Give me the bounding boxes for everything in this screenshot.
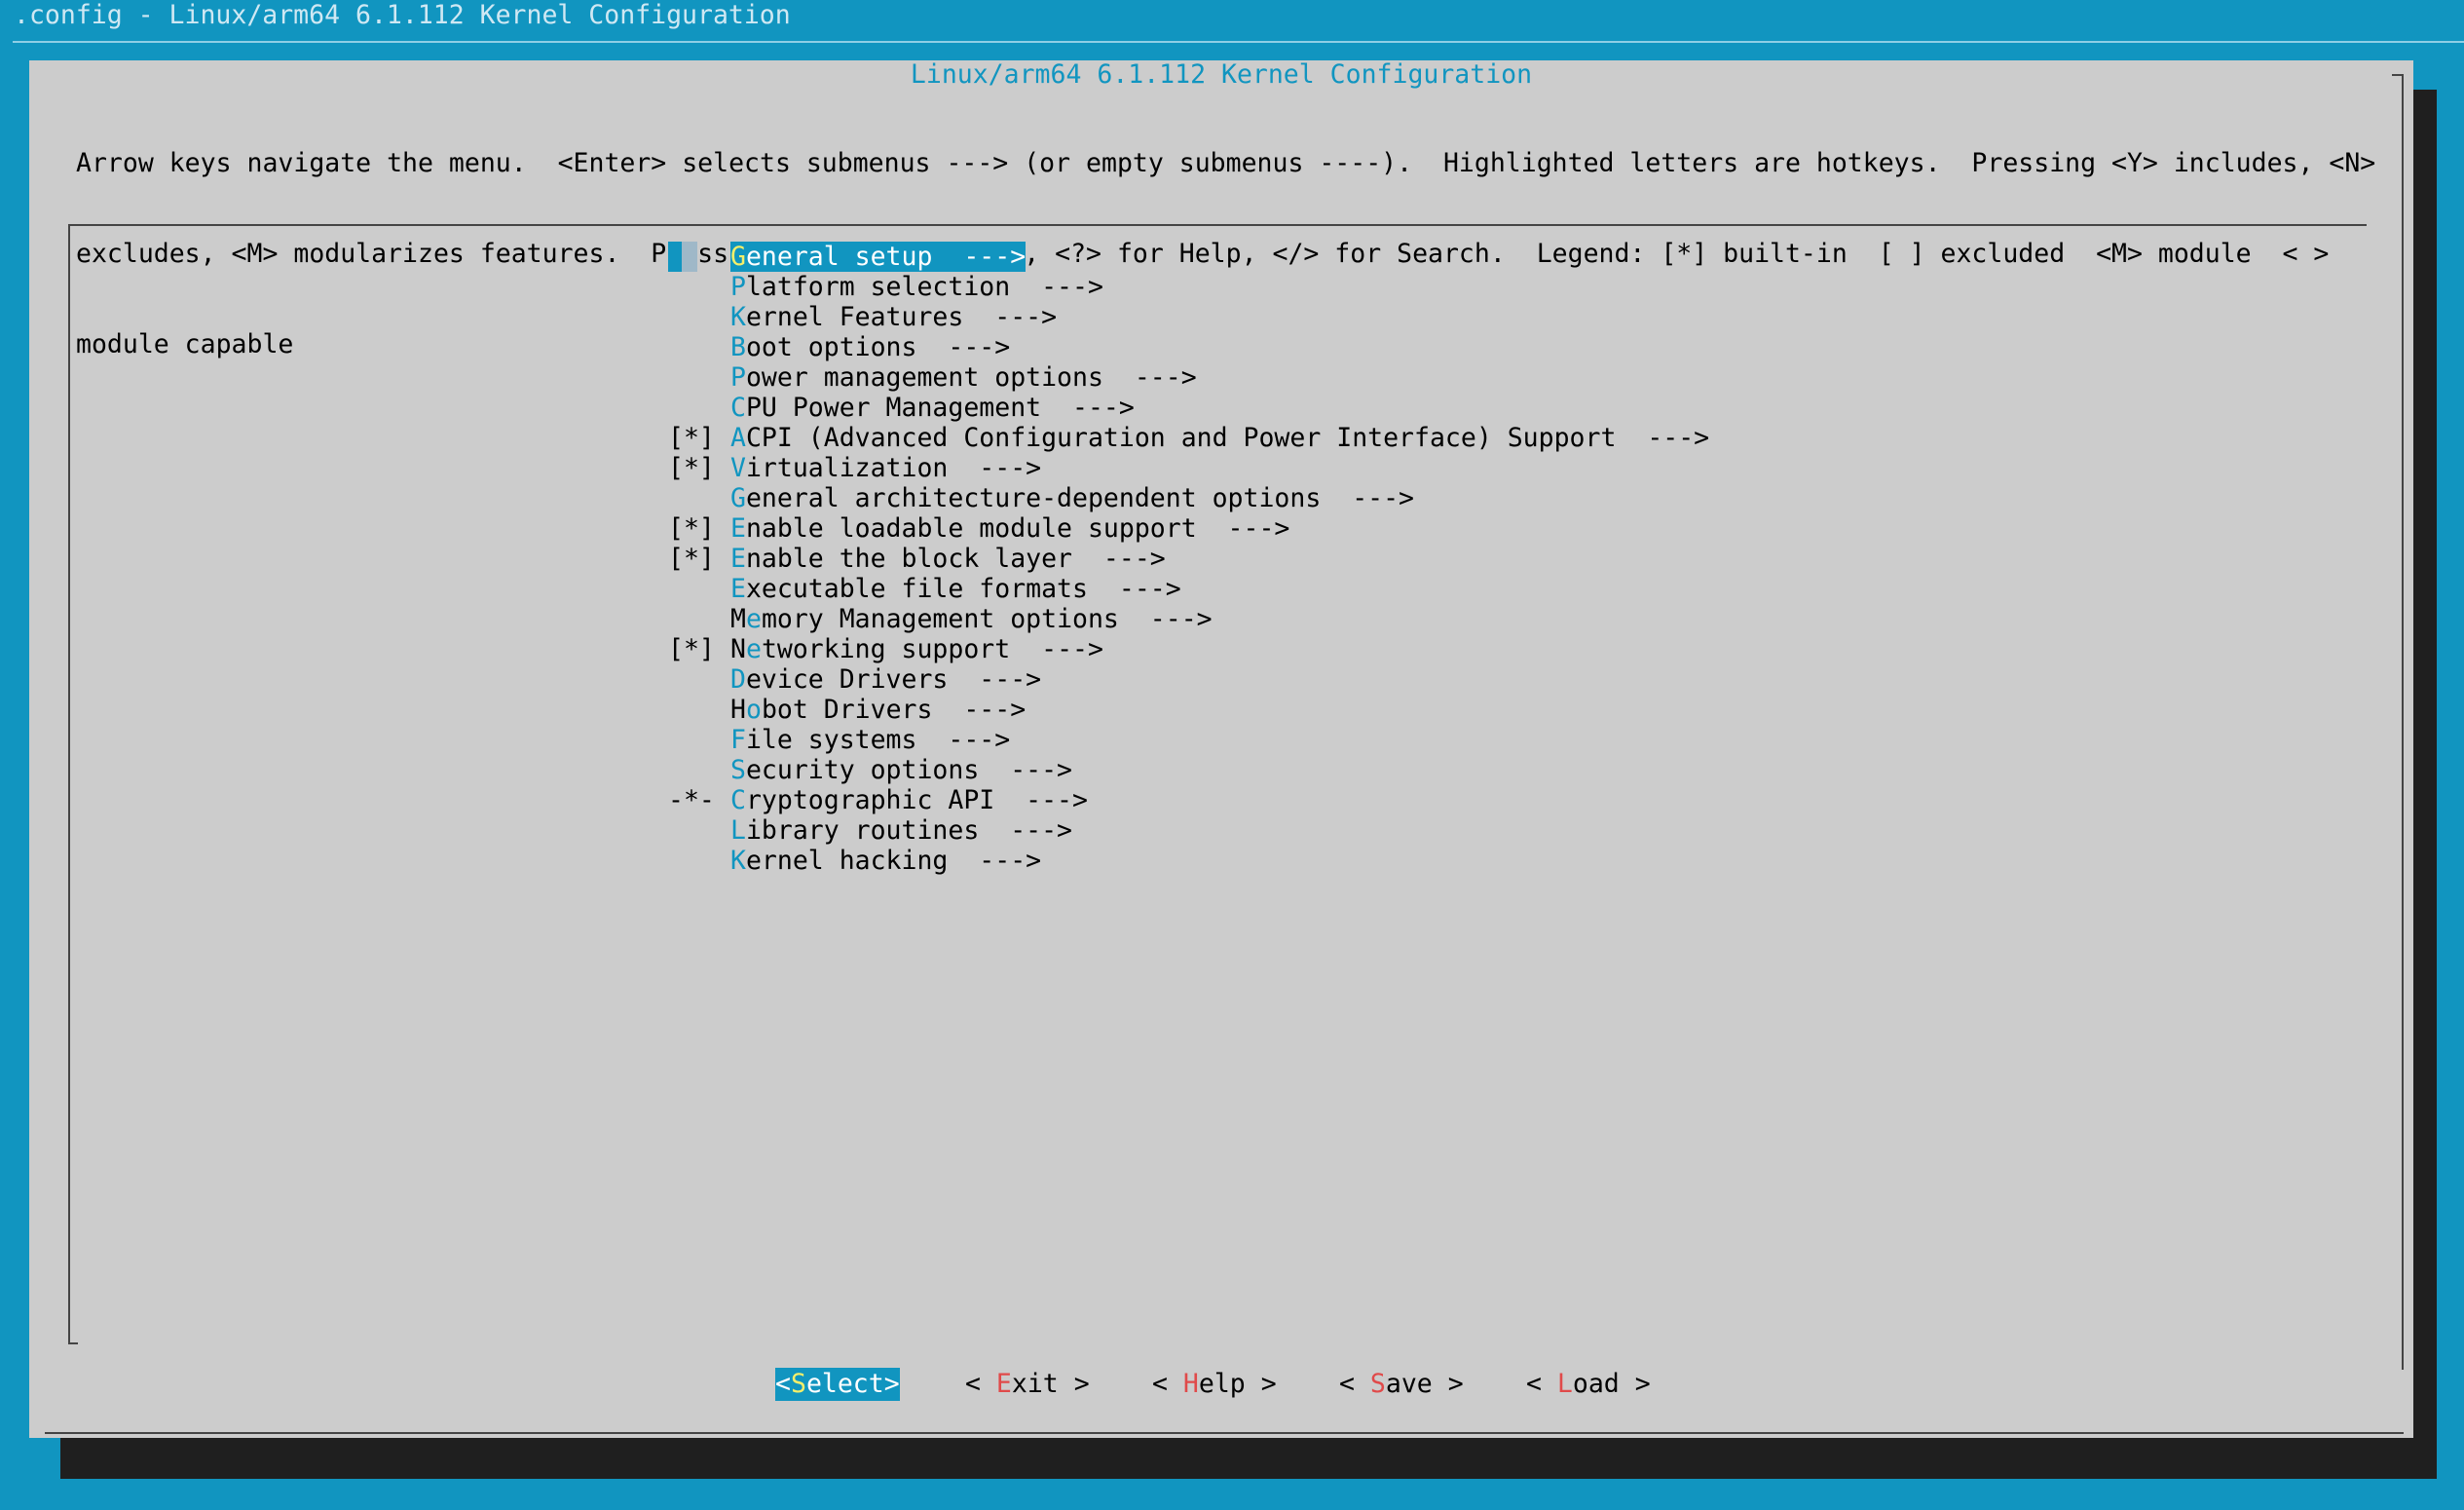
menu-item-label: General architecture-dependent options -… bbox=[730, 483, 1415, 513]
menu-item[interactable]: General setup ---> bbox=[668, 242, 1027, 272]
select-button[interactable]: <Select> bbox=[775, 1368, 900, 1401]
menu-item[interactable]: Kernel Features ---> bbox=[668, 302, 1057, 332]
menu-item[interactable]: Hobot Drivers ---> bbox=[668, 695, 1026, 725]
menu-item-state: [*] bbox=[668, 453, 715, 483]
menu-item-label: Networking support ---> bbox=[730, 634, 1103, 664]
menu-item-state: [*] bbox=[668, 423, 715, 453]
menu-item-hotkey: A bbox=[730, 423, 746, 453]
dialog-right-border-top bbox=[2392, 74, 2404, 76]
menu-item[interactable]: CPU Power Management ---> bbox=[668, 393, 1135, 423]
window-backtitle: .config - Linux/arm64 6.1.112 Kernel Con… bbox=[14, 0, 791, 30]
dialog-bottom-border bbox=[45, 1432, 2404, 1434]
menu-item-label: Cryptographic API ---> bbox=[730, 785, 1088, 815]
menu-item-label: Kernel hacking ---> bbox=[730, 846, 1042, 876]
menu-item-hotkey: B bbox=[730, 332, 746, 362]
menu-item-state: -*- bbox=[668, 785, 715, 815]
menu-item[interactable]: [*] Virtualization ---> bbox=[668, 453, 1041, 483]
menu-item-hotkey: K bbox=[730, 302, 746, 332]
menu-item[interactable]: [*] Enable loadable module support ---> bbox=[668, 513, 1289, 544]
menu-item-hotkey: e bbox=[745, 634, 762, 664]
menu-item-hotkey: K bbox=[730, 846, 746, 876]
menu-item-label: Power management options ---> bbox=[730, 362, 1197, 393]
menu-item[interactable]: File systems ---> bbox=[668, 725, 1010, 755]
menu-item-label: Device Drivers ---> bbox=[730, 664, 1042, 695]
dialog-shadow-bottom bbox=[60, 1438, 2415, 1479]
menu-item[interactable]: Memory Management options ---> bbox=[668, 604, 1213, 634]
menu-item[interactable]: General architecture-dependent options -… bbox=[668, 483, 1414, 513]
menu-item-hotkey: D bbox=[730, 664, 746, 695]
menu-item[interactable]: Boot options ---> bbox=[668, 332, 1010, 362]
menu-item[interactable]: -*- Cryptographic API ---> bbox=[668, 785, 1088, 815]
menu-item-label: ACPI (Advanced Configuration and Power I… bbox=[730, 423, 1710, 453]
menu-item-label: Hobot Drivers ---> bbox=[730, 695, 1027, 725]
main-dialog: Linux/arm64 6.1.112 Kernel Configuration… bbox=[29, 60, 2413, 1438]
menu-item-hotkey: G bbox=[730, 242, 746, 272]
menu-item-hotkey: C bbox=[730, 393, 746, 423]
menu-item-hotkey: V bbox=[730, 453, 746, 483]
menu-item-hotkey: C bbox=[730, 785, 746, 815]
menu-item-hotkey: G bbox=[730, 483, 746, 513]
menu-item-label: Boot options ---> bbox=[730, 332, 1011, 362]
menu-item-label: Security options ---> bbox=[730, 755, 1073, 785]
menu-item-hotkey: P bbox=[730, 272, 746, 302]
menu-item-state: [*] bbox=[668, 634, 715, 664]
menu-frame bbox=[68, 224, 2367, 1344]
menu-item-state: [*] bbox=[668, 544, 715, 574]
menu-item-hotkey: L bbox=[730, 815, 746, 846]
menu-item[interactable]: Security options ---> bbox=[668, 755, 1072, 785]
help-line: Arrow keys navigate the menu. <Enter> se… bbox=[76, 148, 2376, 178]
menu-item-state: [*] bbox=[668, 513, 715, 544]
menu-item-label: Platform selection ---> bbox=[730, 272, 1103, 302]
menu-item[interactable]: [*] ACPI (Advanced Configuration and Powe… bbox=[668, 423, 1709, 453]
menu-item-hotkey: P bbox=[730, 362, 746, 393]
menu-item-hotkey: o bbox=[745, 695, 762, 725]
menu-item-label: Enable loadable module support ---> bbox=[730, 513, 1290, 544]
menu-item-hotkey: F bbox=[730, 725, 746, 755]
menu-item-label: General setup ---> bbox=[730, 242, 1027, 272]
button-bar: <Select> < Exit > < Help > < Save > < Load > bbox=[29, 1368, 2413, 1401]
menu-item-hotkey: E bbox=[730, 574, 746, 604]
menu-item[interactable]: Device Drivers ---> bbox=[668, 664, 1041, 695]
exit-button[interactable]: < Exit > bbox=[965, 1368, 1090, 1401]
menu-item-label: Kernel Features ---> bbox=[730, 302, 1058, 332]
dialog-title: Linux/arm64 6.1.112 Kernel Configuration bbox=[910, 59, 1533, 90]
menu-item-label: Enable the block layer ---> bbox=[730, 544, 1166, 574]
help-button[interactable]: < Help > bbox=[1152, 1368, 1277, 1401]
backtitle-underline bbox=[13, 41, 2464, 43]
menu-item[interactable]: Library routines ---> bbox=[668, 815, 1072, 846]
menu-item-hotkey: E bbox=[730, 544, 746, 574]
menu-item-hotkey: e bbox=[745, 604, 762, 634]
menu-item-label: Executable file formats ---> bbox=[730, 574, 1181, 604]
menu-item-label: Virtualization ---> bbox=[730, 453, 1042, 483]
load-button[interactable]: < Load > bbox=[1526, 1368, 1651, 1401]
menu-item-hotkey: E bbox=[730, 513, 746, 544]
menu-item[interactable]: Kernel hacking ---> bbox=[668, 846, 1041, 876]
menu-item[interactable]: Power management options ---> bbox=[668, 362, 1197, 393]
menu-item-label: Library routines ---> bbox=[730, 815, 1073, 846]
menu-item-label: CPU Power Management ---> bbox=[730, 393, 1135, 423]
menu-item[interactable]: Platform selection ---> bbox=[668, 272, 1103, 302]
menu-item-label: File systems ---> bbox=[730, 725, 1011, 755]
menu-item[interactable]: [*] Networking support ---> bbox=[668, 634, 1103, 664]
menu-item-hotkey: S bbox=[730, 755, 746, 785]
menu-item[interactable]: [*] Enable the block layer ---> bbox=[668, 544, 1166, 574]
menu-item-label: Memory Management options ---> bbox=[730, 604, 1213, 634]
save-button[interactable]: < Save > bbox=[1339, 1368, 1464, 1401]
menu-item[interactable]: Executable file formats ---> bbox=[668, 574, 1181, 604]
